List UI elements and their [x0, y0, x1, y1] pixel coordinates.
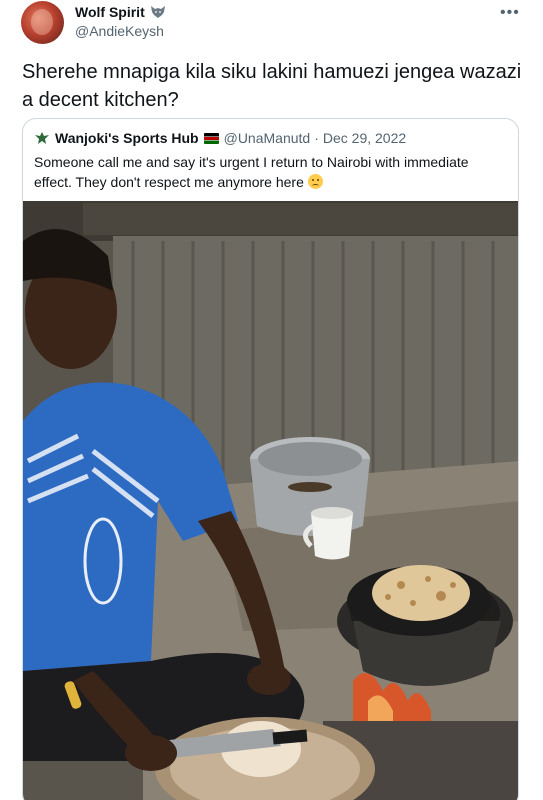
tweet: Wolf Spirit @AndieKeysh ••• Sherehe mnap…: [0, 0, 543, 800]
eagle-logo-icon: [35, 132, 49, 144]
quoted-tweet-header: Wanjoki's Sports Hub @UnaManutd · Dec 29…: [34, 130, 406, 146]
quoted-author-name[interactable]: Wanjoki's Sports Hub: [55, 130, 199, 146]
tweet-text: Sherehe mnapiga kila siku lakini hamuezi…: [22, 61, 522, 111]
kenya-flag-icon: [203, 132, 219, 144]
photo-kitchen-chapati[interactable]: [23, 201, 519, 800]
quoted-tweet[interactable]: Wanjoki's Sports Hub @UnaManutd · Dec 29…: [22, 118, 519, 800]
quoted-tweet-text: Someone call me and say it's urgent I re…: [34, 152, 504, 192]
wolf-icon: [150, 6, 165, 18]
author-name[interactable]: Wolf Spirit: [75, 4, 145, 20]
more-horizontal-icon[interactable]: •••: [500, 4, 520, 22]
separator-dot: ·: [314, 130, 319, 146]
worried-face-emoji: [307, 174, 323, 189]
author-name-row[interactable]: Wolf Spirit: [75, 4, 166, 20]
quoted-tweet-date[interactable]: Dec 29, 2022: [323, 130, 406, 146]
author-handle[interactable]: @AndieKeysh: [75, 23, 164, 39]
quoted-author-handle[interactable]: @UnaManutd: [224, 130, 311, 146]
quoted-tweet-body: Someone call me and say it's urgent I re…: [34, 154, 469, 190]
author-avatar[interactable]: [21, 1, 64, 44]
